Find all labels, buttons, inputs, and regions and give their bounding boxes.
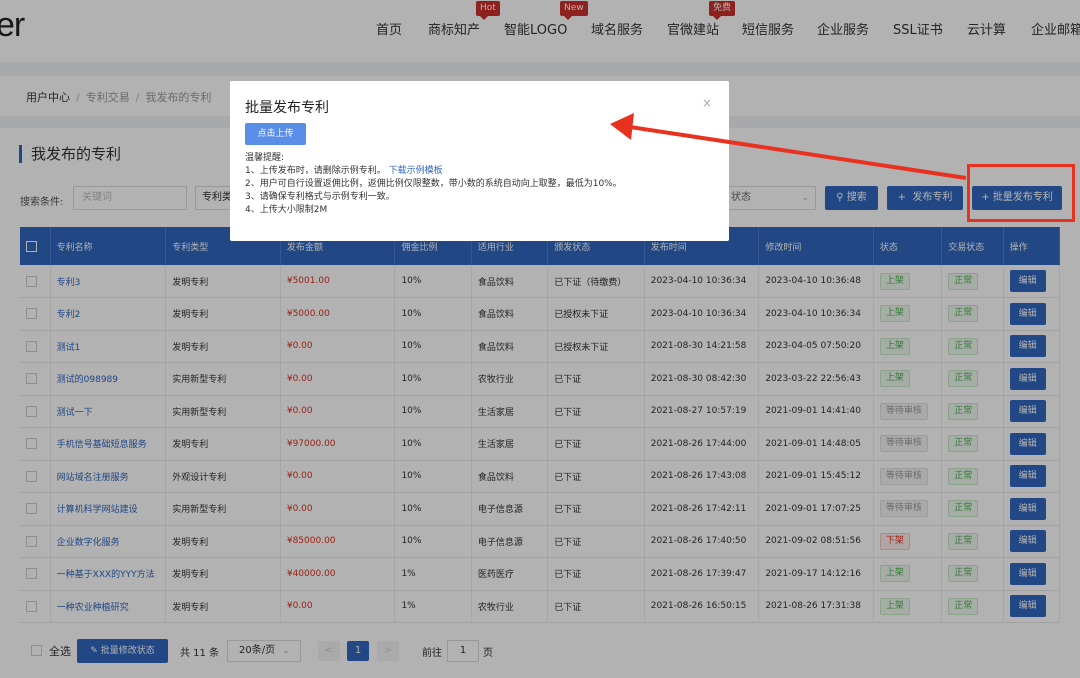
- annotation-arrow: [610, 113, 967, 180]
- annotation-arrow-head: [610, 113, 634, 140]
- annotation-arrow-line: [629, 125, 967, 180]
